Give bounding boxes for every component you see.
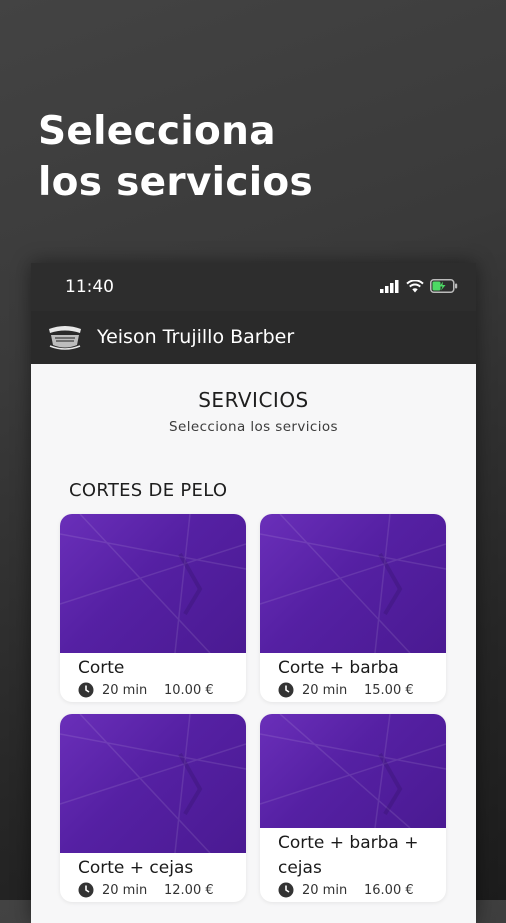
- service-meta: 20 min 16.00 €: [278, 882, 414, 898]
- clock-icon: [278, 682, 294, 698]
- service-meta: 20 min 10.00 €: [78, 682, 214, 698]
- service-image: [60, 514, 246, 653]
- service-duration: 20 min: [102, 882, 148, 898]
- service-meta: 20 min 15.00 €: [278, 682, 414, 698]
- service-card-corte[interactable]: Corte 20 min 10.00 €: [60, 514, 246, 702]
- service-name: Corte + cejas: [78, 858, 194, 878]
- signal-icon: [380, 279, 399, 293]
- wifi-icon: [406, 279, 424, 292]
- status-time: 11:40: [65, 277, 114, 297]
- promo-headline: Selecciona los servicios: [38, 106, 313, 208]
- service-name: Corte + barba: [278, 658, 399, 678]
- barber-logo: [49, 326, 81, 350]
- service-image: [260, 514, 446, 653]
- clock-icon: [278, 882, 294, 898]
- service-image: [60, 714, 246, 853]
- service-card-corte-barba[interactable]: Corte + barba 20 min 15.00 €: [260, 514, 446, 702]
- battery-icon: [430, 279, 458, 293]
- service-name: Corte: [78, 658, 125, 678]
- section-subtitle: Selecciona los servicios: [169, 419, 338, 435]
- service-price: 16.00 €: [364, 882, 414, 898]
- service-price: 10.00 €: [164, 682, 214, 698]
- service-meta: 20 min 12.00 €: [78, 882, 214, 898]
- section-title: SERVICIOS: [198, 388, 309, 412]
- headline-line-1: Selecciona: [38, 109, 276, 154]
- service-duration: 20 min: [302, 682, 348, 698]
- category-title: CORTES DE PELO: [69, 480, 228, 501]
- status-bar: 11:40: [31, 263, 476, 311]
- clock-icon: [78, 682, 94, 698]
- service-image: [260, 714, 446, 828]
- service-duration: 20 min: [102, 682, 148, 698]
- phone-screen: 11:40 Yeison Trujillo Barber SERVICIOS S…: [31, 263, 476, 923]
- headline-line-2: los servicios: [38, 160, 314, 205]
- service-card-corte-barba-cejas[interactable]: Corte + barba + cejas 20 min 16.00 €: [260, 714, 446, 902]
- service-price: 12.00 €: [164, 882, 214, 898]
- service-price: 15.00 €: [364, 682, 414, 698]
- service-name: Corte + barba + cejas: [278, 833, 419, 878]
- status-icons: [380, 279, 458, 293]
- service-card-corte-cejas[interactable]: Corte + cejas 20 min 12.00 €: [60, 714, 246, 902]
- clock-icon: [78, 882, 94, 898]
- app-bar: Yeison Trujillo Barber: [31, 311, 476, 364]
- service-duration: 20 min: [302, 882, 348, 898]
- app-title: Yeison Trujillo Barber: [97, 326, 295, 348]
